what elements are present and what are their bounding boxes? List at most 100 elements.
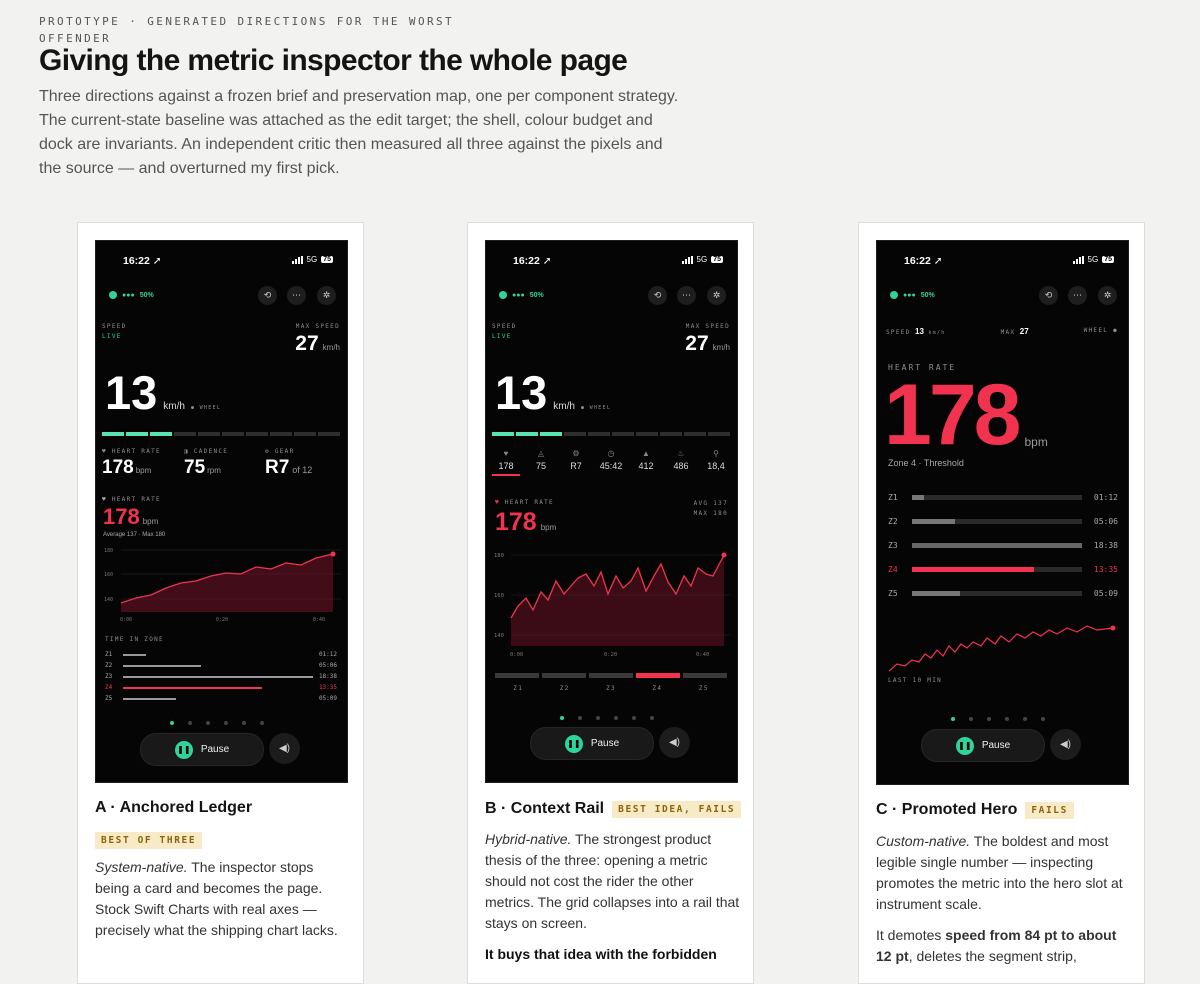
- zone-time: 18:38: [318, 673, 337, 680]
- zone-name: Z2: [888, 516, 898, 526]
- card-c-text-2a: It demotes: [876, 927, 946, 943]
- max-speed-value: 27: [295, 332, 319, 355]
- compact-speed-row: SPEED 13 km/h MAX 27 WHEEL ●: [886, 321, 1118, 339]
- cadence-icon: ◬: [537, 449, 545, 458]
- hr-tile[interactable]: 178 bpm: [102, 457, 151, 479]
- history-icon[interactable]: ⟲: [258, 286, 277, 305]
- speed-readout: 13 km/h ● WHEEL: [105, 367, 221, 419]
- speed-unit: km/h: [553, 401, 575, 412]
- cadence-unit: rpm: [207, 466, 221, 475]
- rail-item-elevation[interactable]: ▲ 412: [632, 449, 660, 476]
- rail-value: 18,4: [707, 461, 725, 471]
- page-dots[interactable]: [560, 716, 654, 720]
- more-icon[interactable]: ⋯: [287, 286, 306, 305]
- heart-icon: ♥: [503, 449, 509, 458]
- more-icon[interactable]: ⋯: [1068, 286, 1087, 305]
- rail-value: 486: [673, 461, 689, 471]
- rail-item-heart[interactable]: ♥ 178: [492, 449, 520, 476]
- rail-item-gear[interactable]: ⚙ R7: [562, 449, 590, 476]
- rail-item-distance[interactable]: ⚲ 18,4: [702, 449, 730, 476]
- card-c-text-2b: , deletes the segment strip,: [908, 948, 1077, 964]
- status-time: 16:22 ➚: [513, 255, 552, 267]
- zone-list-a: Z1 01:12 Z2 05:06 Z3 18:38 Z4 13:35 Z5 0…: [105, 649, 337, 704]
- zone-row: Z3 18:38: [888, 533, 1118, 557]
- speaker-icon[interactable]: ◀): [269, 733, 300, 764]
- hr-tile-unit: bpm: [135, 466, 152, 475]
- signal-icon: [291, 255, 303, 264]
- gear-tile[interactable]: R7 of 12: [265, 457, 312, 479]
- max-speed-unit: km/h: [322, 343, 340, 352]
- status-icons: 5G 75: [291, 255, 333, 264]
- hr-inspector-label: ♥ HEART RATE: [102, 496, 161, 503]
- y-tick: 160: [494, 593, 504, 599]
- speaker-icon[interactable]: ◀): [1050, 729, 1081, 760]
- zone-band: Z1 Z2 Z3 Z4 Z5: [495, 673, 727, 692]
- mountain-icon: ▲: [642, 449, 650, 458]
- max-text: MAX 180: [693, 510, 728, 517]
- direction-card-b: 16:22 ➚ 5G 75 ●●● 50% ⟲ ⋯ ✲ SPEED LIVE M…: [467, 222, 754, 984]
- rail-item-cadence[interactable]: ◬ 75: [527, 449, 555, 476]
- zone-row-active: Z4 13:35: [105, 682, 337, 693]
- connection-status: ●●● 50%: [109, 291, 154, 299]
- zone-name: Z3: [606, 685, 616, 692]
- cadence-label-text: CADENCE: [193, 448, 229, 455]
- y-tick: 140: [104, 597, 113, 603]
- card-a-body: System-native. The inspector stops being…: [95, 857, 350, 951]
- pause-button[interactable]: ❚❚ Pause: [530, 727, 654, 760]
- zone-time: 01:12: [1093, 492, 1118, 502]
- hr-inspector-unit: bpm: [540, 523, 557, 532]
- bike-icon: ⚲: [713, 449, 719, 458]
- speed-label: SPEED: [886, 329, 911, 336]
- gear-icon[interactable]: ✲: [1098, 286, 1117, 305]
- history-icon[interactable]: ⟲: [1039, 286, 1058, 305]
- zone-row: Z3 18:38: [105, 671, 337, 682]
- zone-name: Z1: [105, 651, 113, 658]
- rail-item-time[interactable]: ◷ 45:42: [597, 449, 625, 476]
- zone-name: Z2: [105, 662, 113, 669]
- zone-time: 05:09: [1093, 588, 1118, 598]
- status-icons: 5G 75: [681, 255, 723, 264]
- zone-name: Z5: [888, 588, 898, 598]
- history-icon[interactable]: ⟲: [648, 286, 667, 305]
- rail-value: R7: [570, 461, 582, 471]
- rail-item-calories[interactable]: ♨ 486: [667, 449, 695, 476]
- max-speed: 27 km/h: [295, 332, 340, 356]
- gear-icon[interactable]: ✲: [707, 286, 726, 305]
- gear-of: of 12: [292, 465, 313, 475]
- pause-button[interactable]: ❚❚ Pause: [140, 733, 264, 766]
- x-tick: 0:20: [216, 617, 228, 623]
- hr-inspector-label-text: HEART RATE: [504, 499, 554, 506]
- max-speed: 27 km/h: [685, 332, 730, 356]
- speed-segment-strip: [102, 432, 340, 436]
- card-b-title: B · Context Rail BEST IDEA, FAILS: [485, 800, 742, 818]
- pause-button[interactable]: ❚❚ Pause: [921, 729, 1045, 762]
- card-a-title: A · Anchored Ledger: [95, 799, 252, 817]
- gear-icon[interactable]: ✲: [317, 286, 336, 305]
- max-speed-value: 27: [685, 332, 709, 355]
- speed-value: 13: [495, 366, 548, 419]
- hr-chart-a: 180 160 140 0:00 0:20 0:40: [104, 548, 341, 623]
- page-dots[interactable]: [951, 717, 1045, 721]
- last-10-min-label: LAST 10 MIN: [888, 677, 943, 684]
- avg-max: AVG 137 MAX 180: [694, 499, 728, 519]
- speaker-icon[interactable]: ◀): [659, 727, 690, 758]
- zone-name: Z1: [513, 685, 524, 692]
- metric-rail[interactable]: ♥ 178 ◬ 75 ⚙ R7 ◷ 45:42 ▲ 412 ♨ 486 ⚲ 18,4: [492, 449, 730, 476]
- hr-tile-value: 178: [102, 457, 134, 478]
- gear-small-icon: ⚙: [572, 449, 580, 458]
- hr-sparkline-c: [888, 625, 1116, 672]
- speed-readout: 13 km/h ● WHEEL: [495, 367, 611, 419]
- card-c-title: C · Promoted Hero FAILS: [876, 801, 1074, 819]
- gear-label-text: GEAR: [274, 448, 295, 455]
- max-speed-label: MAX SPEED: [685, 323, 730, 330]
- card-a-badge: BEST OF THREE: [95, 832, 203, 849]
- card-b-body: Hybrid-native. The strongest product the…: [485, 829, 740, 975]
- card-b-paragraph: Hybrid-native. The strongest product the…: [485, 829, 740, 934]
- more-icon[interactable]: ⋯: [677, 286, 696, 305]
- card-c-title-text: C · Promoted Hero: [876, 801, 1018, 818]
- page-dots[interactable]: [170, 721, 264, 725]
- cadence-tile[interactable]: 75 rpm: [184, 457, 221, 479]
- live-label: LIVE: [102, 333, 122, 340]
- x-tick: 0:00: [120, 617, 132, 623]
- live-label: LIVE: [492, 333, 512, 340]
